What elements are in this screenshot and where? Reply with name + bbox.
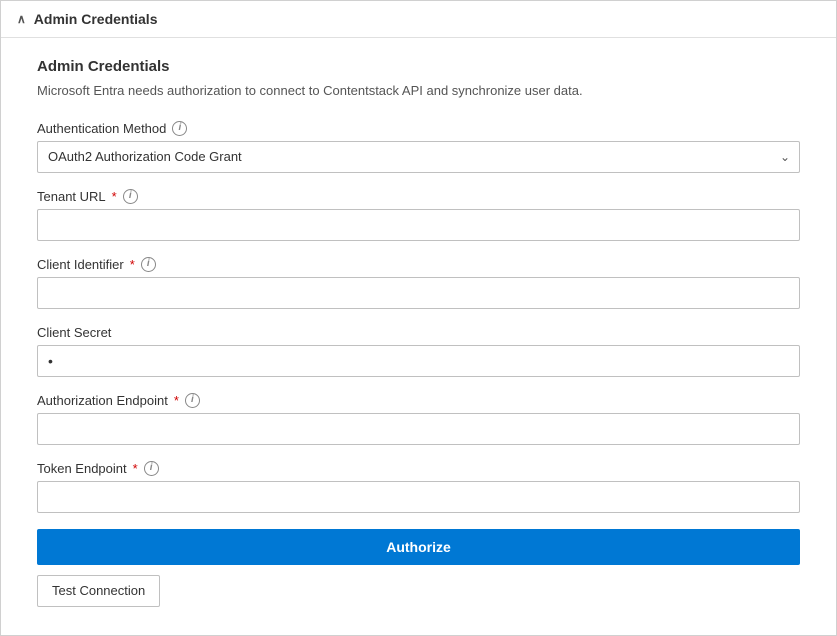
content-area: Admin Credentials Microsoft Entra needs … [1,38,836,635]
auth-endpoint-required: * [174,393,179,408]
tenant-url-label-text: Tenant URL [37,189,106,204]
client-identifier-input[interactable] [37,277,800,309]
auth-endpoint-info-icon[interactable]: i [185,393,200,408]
test-connection-button[interactable]: Test Connection [37,575,160,607]
token-endpoint-info-icon[interactable]: i [144,461,159,476]
client-secret-group: Client Secret [37,325,800,377]
auth-method-info-icon[interactable]: i [172,121,187,136]
section-title: Admin Credentials [37,58,800,75]
token-endpoint-required: * [133,461,138,476]
auth-method-group: Authentication Method i OAuth2 Authoriza… [37,121,800,173]
auth-endpoint-group: Authorization Endpoint * i [37,393,800,445]
tenant-url-info-icon[interactable]: i [123,189,138,204]
auth-endpoint-input[interactable] [37,413,800,445]
token-endpoint-group: Token Endpoint * i [37,461,800,513]
client-identifier-label: Client Identifier * i [37,257,800,272]
admin-credentials-panel: ∧ Admin Credentials Admin Credentials Mi… [0,0,837,636]
section-header[interactable]: ∧ Admin Credentials [1,1,836,38]
collapse-icon: ∧ [17,12,26,26]
token-endpoint-input[interactable] [37,481,800,513]
tenant-url-required: * [112,189,117,204]
auth-method-label-text: Authentication Method [37,121,166,136]
auth-method-select[interactable]: OAuth2 Authorization Code Grant Basic Au… [37,141,800,173]
authorize-button[interactable]: Authorize [37,529,800,565]
client-identifier-required: * [130,257,135,272]
client-identifier-info-icon[interactable]: i [141,257,156,272]
auth-endpoint-label-text: Authorization Endpoint [37,393,168,408]
section-header-label: Admin Credentials [34,11,158,27]
section-description: Microsoft Entra needs authorization to c… [37,81,800,101]
client-identifier-group: Client Identifier * i [37,257,800,309]
client-secret-label: Client Secret [37,325,800,340]
client-secret-label-text: Client Secret [37,325,111,340]
auth-method-select-wrapper: OAuth2 Authorization Code Grant Basic Au… [37,141,800,173]
client-identifier-label-text: Client Identifier [37,257,124,272]
tenant-url-label: Tenant URL * i [37,189,800,204]
token-endpoint-label-text: Token Endpoint [37,461,127,476]
token-endpoint-label: Token Endpoint * i [37,461,800,476]
client-secret-input[interactable] [37,345,800,377]
auth-endpoint-label: Authorization Endpoint * i [37,393,800,408]
tenant-url-group: Tenant URL * i [37,189,800,241]
tenant-url-input[interactable] [37,209,800,241]
auth-method-label: Authentication Method i [37,121,800,136]
